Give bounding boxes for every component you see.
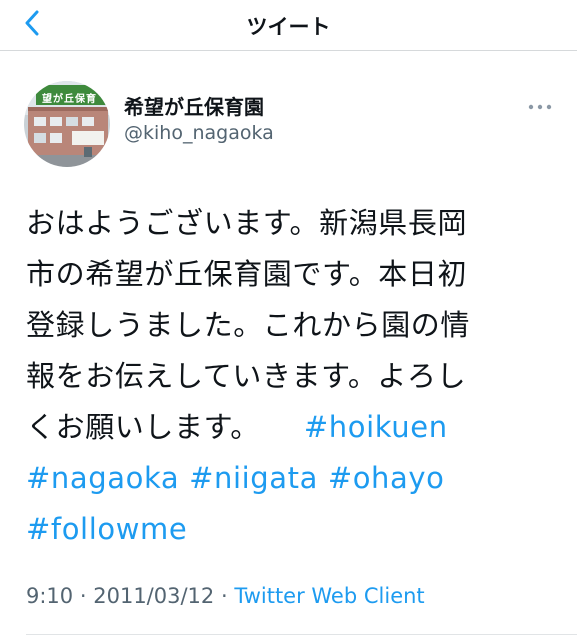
meta-separator: · [79, 584, 87, 608]
meta-separator: · [220, 584, 228, 608]
tweet-line: 報をお伝えしていきます。よろし [26, 359, 467, 393]
tweet-text: おはようございます。新潟県長岡 市の希望が丘保育園です。本日初 登録しうました。… [26, 198, 551, 555]
tweet-line: #followme [26, 504, 551, 555]
more-dots-icon [528, 95, 552, 114]
author-display-name[interactable]: 希望が丘保育園 [124, 91, 264, 120]
tweet-date: 2011/03/12 [93, 584, 215, 608]
tweet-line: くお願いします。 #hoikuen [26, 402, 551, 453]
tweet-line: 登録しうました。これから園の情 [26, 308, 471, 342]
tweet-line: 市の希望が丘保育園です。本日初 [26, 257, 468, 291]
avatar[interactable]: 望が丘保育 [24, 81, 110, 167]
tweet-meta: 9:10 · 2011/03/12 · Twitter Web Client [26, 584, 425, 608]
tweet-client-link[interactable]: Twitter Web Client [234, 584, 424, 608]
page-title: ツイート [246, 15, 331, 39]
hashtag-link[interactable]: #hoikuen [304, 410, 448, 444]
avatar-sign-text: 望が丘保育 [42, 94, 97, 105]
hashtag-link[interactable]: #followme [26, 512, 187, 546]
hashtag-link[interactable]: #nagaoka [26, 461, 179, 495]
hashtag-link[interactable]: #niigata [189, 461, 318, 495]
divider [26, 634, 577, 635]
navigation-bar: ツイート [0, 0, 577, 51]
tweet-line-text: くお願いします。 [26, 410, 260, 444]
author-handle[interactable]: @kiho_nagaoka [124, 122, 274, 144]
tweet-time: 9:10 [26, 584, 74, 608]
hashtag-link[interactable]: #ohayo [328, 461, 445, 495]
tweet-line: #nagaoka #niigata #ohayo [26, 453, 551, 504]
tweet-line: おはようございます。新潟県長岡 [26, 206, 468, 240]
more-button[interactable] [524, 92, 556, 116]
